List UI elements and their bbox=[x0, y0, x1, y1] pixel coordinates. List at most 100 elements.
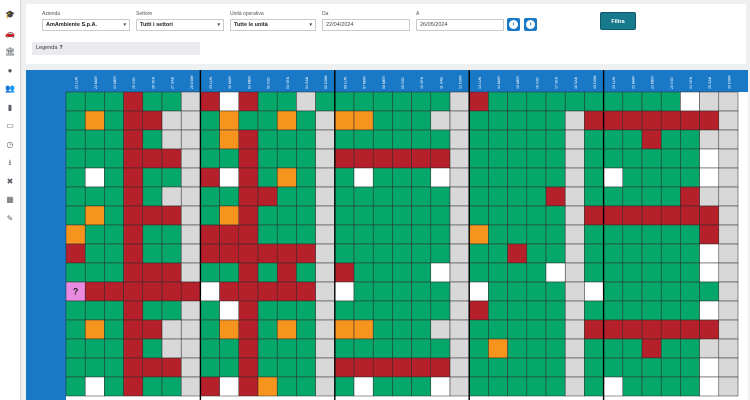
day-cell bbox=[142, 357, 163, 378]
day-header: 05 DOM bbox=[324, 76, 328, 89]
day-cell bbox=[238, 186, 259, 207]
day-cell bbox=[276, 186, 297, 207]
credit-card-icon[interactable]: ▭ bbox=[5, 121, 15, 131]
day-cell bbox=[545, 357, 566, 378]
day-cell bbox=[84, 376, 105, 397]
day-cell bbox=[65, 357, 86, 378]
car-icon[interactable]: 🚗 bbox=[5, 29, 15, 39]
calendar-icon[interactable]: ▦ bbox=[5, 195, 15, 205]
day-cell bbox=[430, 148, 451, 169]
day-cell bbox=[334, 224, 355, 245]
clock-icon[interactable]: ◷ bbox=[5, 140, 15, 150]
day-cell bbox=[411, 110, 432, 131]
prev-period-button[interactable]: ‹ bbox=[507, 18, 520, 31]
day-cell bbox=[257, 281, 278, 302]
day-cell bbox=[296, 148, 316, 169]
day-cell bbox=[660, 91, 681, 112]
day-cell bbox=[123, 357, 144, 378]
day-cell bbox=[238, 376, 259, 397]
day-cell bbox=[488, 281, 508, 302]
day-cell bbox=[161, 376, 182, 397]
employee-column bbox=[26, 70, 66, 400]
day-header: 22 LUN bbox=[75, 76, 79, 89]
unita-select[interactable]: Tutte le unità ▾ bbox=[230, 19, 316, 31]
download-icon[interactable]: ⭳ bbox=[5, 158, 15, 168]
day-cell bbox=[353, 300, 374, 321]
a-date-input[interactable]: 26/05/2024 bbox=[416, 19, 504, 31]
day-header: 17 VEN bbox=[555, 76, 559, 89]
day-cell bbox=[296, 357, 316, 378]
day-cell bbox=[564, 357, 585, 378]
day-cell bbox=[392, 148, 412, 169]
settore-select[interactable]: Tutti i settori ▾ bbox=[136, 19, 224, 31]
day-cell bbox=[142, 186, 163, 207]
day-cell bbox=[104, 129, 124, 150]
day-cell bbox=[507, 186, 528, 207]
day-cell bbox=[411, 205, 432, 226]
day-cell bbox=[65, 148, 86, 169]
day-cell bbox=[449, 91, 470, 112]
day-cell bbox=[142, 129, 163, 150]
day-cell bbox=[296, 319, 316, 340]
day-cell bbox=[545, 186, 566, 207]
day-cell bbox=[603, 376, 624, 397]
day-cell bbox=[257, 167, 278, 188]
day-cell bbox=[545, 91, 566, 112]
day-cell bbox=[180, 167, 201, 188]
globe-icon[interactable]: ● bbox=[5, 66, 15, 76]
day-cell bbox=[276, 338, 297, 359]
graduation-cap-icon[interactable]: 🎓 bbox=[5, 10, 15, 20]
day-cell bbox=[219, 148, 240, 169]
day-cell bbox=[315, 91, 336, 112]
day-cell bbox=[296, 110, 316, 131]
day-cell bbox=[507, 243, 528, 264]
azienda-select[interactable]: AmAmbiente S.p.A. ▾ bbox=[42, 19, 130, 31]
wrench-icon[interactable]: ✎ bbox=[5, 214, 15, 224]
unita-label: Unità operativa bbox=[230, 11, 264, 17]
day-cell bbox=[622, 186, 643, 207]
day-cell bbox=[641, 281, 662, 302]
day-cell bbox=[449, 148, 470, 169]
day-cell bbox=[257, 376, 278, 397]
day-cell bbox=[526, 110, 547, 131]
day-cell bbox=[219, 300, 240, 321]
day-cell bbox=[603, 319, 624, 340]
bank-icon[interactable]: 🏛 bbox=[5, 47, 15, 57]
day-cell bbox=[372, 262, 393, 283]
day-cell bbox=[622, 224, 643, 245]
da-date-input[interactable]: 22/04/2024 bbox=[322, 19, 410, 31]
day-cell bbox=[180, 281, 201, 302]
day-cell bbox=[296, 281, 316, 302]
day-header: 13 LUN bbox=[478, 76, 482, 89]
day-cell bbox=[334, 319, 355, 340]
day-cell bbox=[468, 281, 489, 302]
day-cell bbox=[468, 224, 489, 245]
day-cell bbox=[161, 224, 182, 245]
day-cell bbox=[372, 129, 393, 150]
day-cell bbox=[123, 338, 144, 359]
day-header: 04 SAB bbox=[305, 76, 309, 89]
day-cell bbox=[430, 205, 451, 226]
users-icon[interactable]: 👥 bbox=[5, 84, 15, 94]
tools-icon[interactable]: ✖ bbox=[5, 177, 15, 187]
day-cell bbox=[526, 148, 547, 169]
filtra-button[interactable]: Filtra bbox=[600, 12, 636, 30]
day-cell bbox=[161, 91, 182, 112]
day-cell bbox=[276, 91, 297, 112]
day-cell bbox=[142, 110, 163, 131]
day-cell bbox=[449, 129, 470, 150]
day-cell bbox=[104, 167, 124, 188]
legend-bar[interactable]: Legenda? bbox=[32, 42, 200, 55]
day-cell bbox=[468, 148, 489, 169]
day-header: 23 GIO bbox=[670, 77, 674, 89]
day-cell bbox=[449, 167, 470, 188]
day-cell bbox=[603, 281, 624, 302]
day-cell bbox=[392, 319, 412, 340]
id-card-icon[interactable]: ▮ bbox=[5, 103, 15, 113]
day-cell bbox=[257, 224, 278, 245]
day-cell bbox=[660, 300, 681, 321]
day-cell bbox=[507, 319, 528, 340]
day-cell bbox=[468, 205, 489, 226]
day-cell bbox=[526, 205, 547, 226]
next-period-button[interactable]: › bbox=[524, 18, 537, 31]
